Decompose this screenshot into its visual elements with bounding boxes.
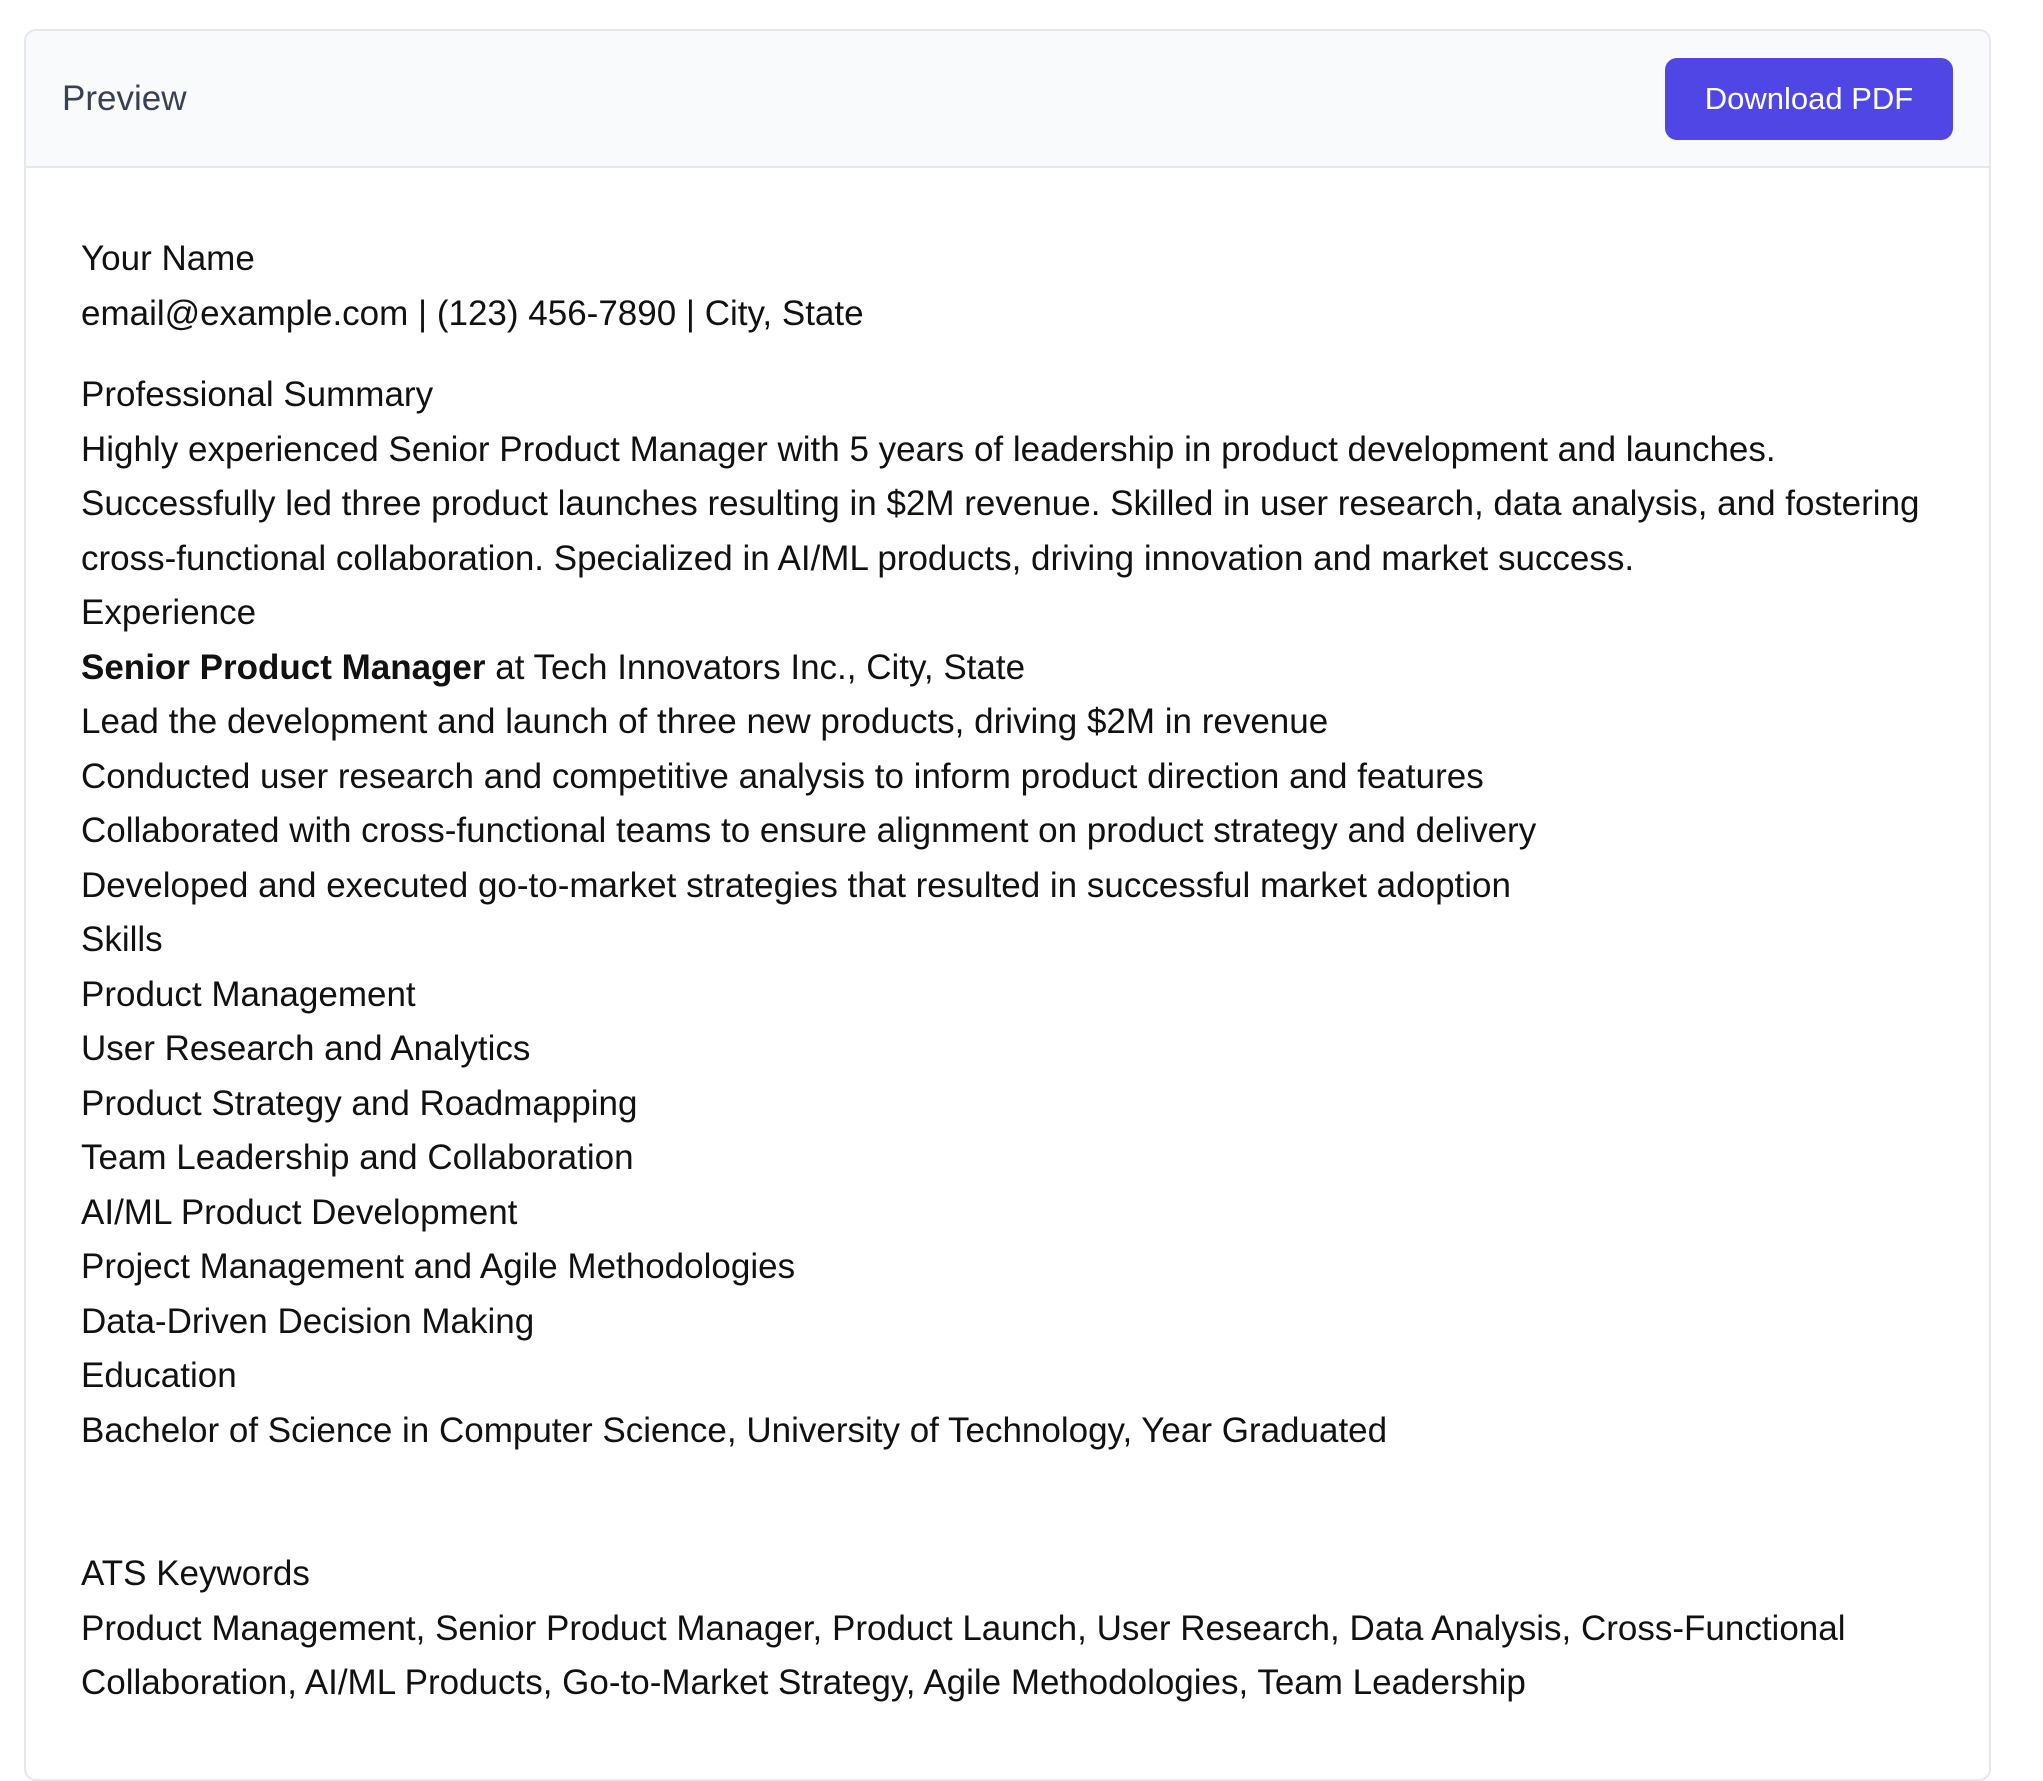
summary-text: Highly experienced Senior Product Manage… — [81, 429, 1920, 578]
ats-heading: ATS Keywords — [81, 1554, 310, 1593]
skill-item: Team Leadership and Collaboration — [81, 1138, 634, 1177]
skill-item: Project Management and Agile Methodologi… — [81, 1247, 796, 1286]
skill-item: Product Management — [81, 974, 416, 1014]
experience-heading: Experience — [81, 593, 257, 632]
skill-item: Product Strategy and Roadmapping — [81, 1083, 638, 1123]
skill-item: AI/ML Product Development — [81, 1192, 518, 1232]
summary-heading: Professional Summary — [81, 375, 434, 414]
job-company: at Tech Innovators Inc., City, State — [485, 647, 1026, 687]
education-text: Bachelor of Science in Computer Science,… — [81, 1410, 1388, 1450]
preview-card: Preview Download PDF Your Name email@exa… — [24, 29, 1991, 1781]
job-title: Senior Product Manager — [81, 647, 486, 687]
resume-name: Your Name — [81, 239, 255, 278]
ats-keywords: Product Management, Senior Product Manag… — [81, 1608, 1846, 1703]
preview-title: Preview — [62, 78, 187, 118]
download-pdf-button[interactable]: Download PDF — [1665, 57, 1953, 140]
resume-contact: email@example.com | (123) 456-7890 | Cit… — [81, 293, 864, 333]
job-bullet: Lead the development and launch of three… — [81, 702, 1329, 741]
education-heading: Education — [81, 1356, 237, 1395]
job-bullet: Conducted user research and competitive … — [81, 756, 1484, 796]
skills-heading: Skills — [81, 920, 163, 959]
job-entry: Senior Product Manager at Tech Innovator… — [81, 641, 1934, 696]
skill-item: Data-Driven Decision Making — [81, 1301, 535, 1341]
preview-header: Preview Download PDF — [26, 31, 1989, 168]
job-bullet: Developed and executed go-to-market stra… — [81, 865, 1511, 905]
resume-preview: Your Name email@example.com | (123) 456-… — [26, 168, 1989, 1711]
skill-item: User Research and Analytics — [81, 1029, 531, 1068]
job-bullet: Collaborated with cross-functional teams… — [81, 811, 1537, 850]
